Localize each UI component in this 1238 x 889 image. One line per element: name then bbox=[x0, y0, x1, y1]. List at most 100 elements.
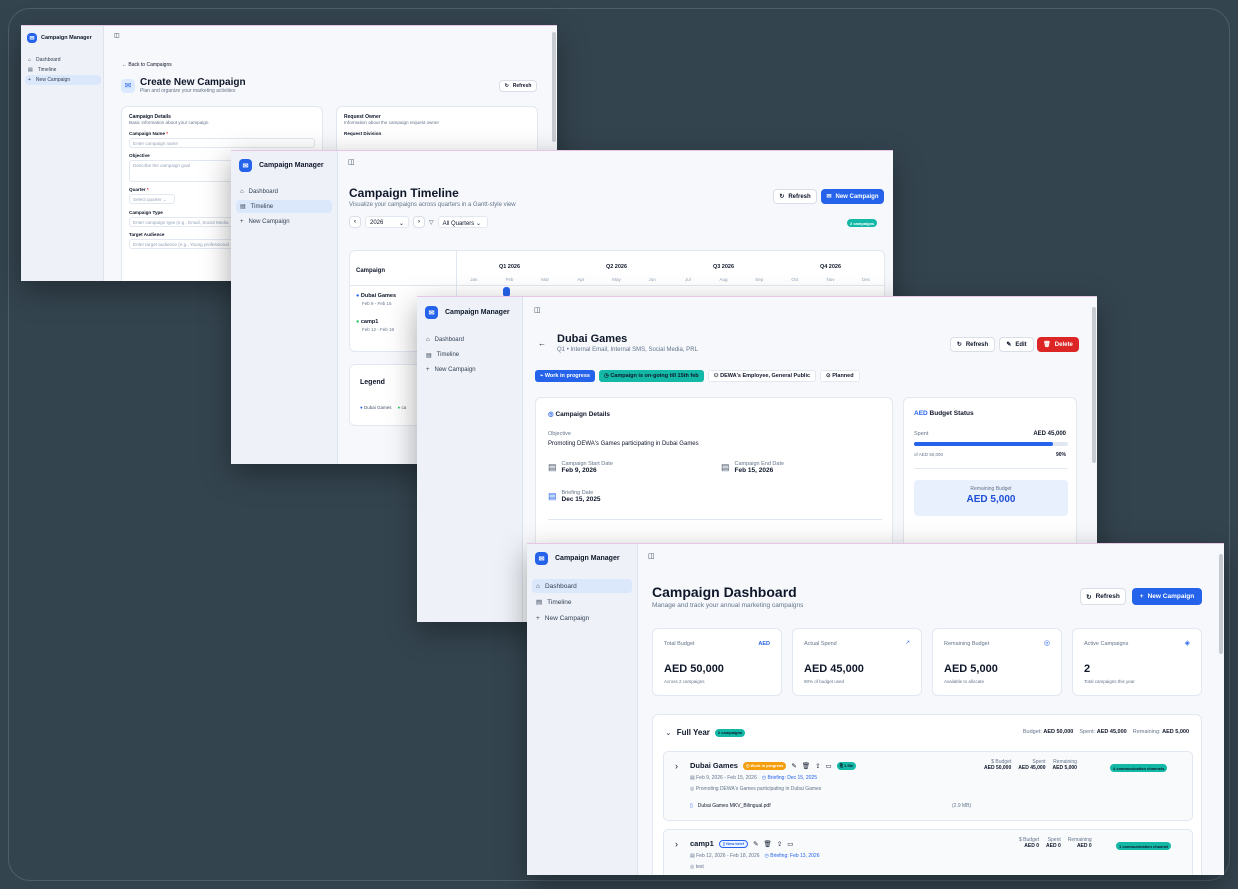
dashboard-window: ✉ Campaign Manager ⌂ Dashboard ▤ Timeline … bbox=[527, 543, 1224, 875]
page-subtitle: Plan and organize your marketing activit… bbox=[140, 88, 236, 94]
quarter-label: Q4 2026 bbox=[819, 264, 842, 270]
scrollbar[interactable] bbox=[1092, 307, 1096, 463]
brand: ✉ Campaign Manager bbox=[425, 306, 510, 319]
campaign-card[interactable]: › camp1 ▯ New brief ✎ 🗑 ⇪ ▭ ▤ Feb 12, 20… bbox=[663, 829, 1193, 875]
new-campaign-button[interactable]: + New Campaign bbox=[1132, 588, 1202, 605]
sidebar-item-dashboard[interactable]: ⌂ Dashboard bbox=[422, 333, 518, 347]
brand: ✉ Campaign Manager bbox=[27, 33, 92, 43]
trash-icon[interactable]: 🗑 bbox=[764, 840, 772, 848]
quarter-header-row: Q1 2026 Q2 2026 Q3 2026 Q4 2026 bbox=[456, 264, 884, 274]
sidebar-item-dashboard[interactable]: ⌂ Dashboard bbox=[25, 55, 101, 65]
quarter-label: Q3 2026 bbox=[712, 264, 735, 270]
attachment-row[interactable]: ▯ Dubai Games MKV_Bilingual.pdf bbox=[690, 803, 771, 809]
campaign-objective: ◎ Promoting DEWA's Games participating i… bbox=[690, 786, 822, 792]
comment-icon[interactable]: ▭ bbox=[787, 840, 793, 848]
legend-dot: ● bbox=[360, 405, 363, 410]
quarter-select[interactable]: Select quarter ⌄ bbox=[129, 194, 175, 204]
chevron-left-icon: ‹ bbox=[354, 219, 356, 225]
plus-icon: + bbox=[1139, 593, 1144, 600]
refresh-button[interactable]: ↻ Refresh bbox=[950, 337, 995, 352]
section-title: Full Year bbox=[676, 728, 710, 737]
chevron-right-icon: › bbox=[418, 219, 420, 225]
pencil-icon[interactable]: ✎ bbox=[753, 840, 758, 848]
refresh-button[interactable]: ↻ Refresh bbox=[773, 189, 817, 204]
sidebar-item-timeline[interactable]: ▤ Timeline bbox=[532, 595, 632, 609]
sidebar-toggle-icon[interactable]: ◫ bbox=[348, 158, 355, 166]
target-icon: ◎ bbox=[1043, 640, 1050, 647]
campaign-name: Dubai Games bbox=[360, 293, 397, 299]
comment-icon[interactable]: ▭ bbox=[826, 762, 832, 770]
upload-icon[interactable]: ⇪ bbox=[777, 840, 782, 848]
app-name: Campaign Manager bbox=[259, 162, 324, 169]
next-year-button[interactable]: › bbox=[413, 216, 425, 228]
campaign-name: camp1 bbox=[690, 839, 714, 848]
sidebar-item-new-campaign[interactable]: + New Campaign bbox=[236, 215, 332, 228]
chevron-right-icon[interactable]: › bbox=[675, 839, 678, 849]
trash-icon[interactable]: 🗑 bbox=[802, 762, 810, 770]
scrollbar[interactable] bbox=[1219, 554, 1223, 654]
budget-percent: 90% bbox=[1055, 452, 1066, 458]
upload-icon[interactable]: ⇪ bbox=[815, 762, 820, 770]
chevron-right-icon[interactable]: › bbox=[675, 761, 678, 771]
month-label: Mar bbox=[541, 277, 550, 282]
prev-year-button[interactable]: ‹ bbox=[349, 216, 361, 228]
scrollbar[interactable] bbox=[552, 32, 556, 142]
sidebar-item-new-campaign[interactable]: + New Campaign bbox=[422, 363, 518, 377]
campaign-dates: Feb 9 - Feb 15 bbox=[362, 301, 392, 306]
sidebar-toggle-icon[interactable]: ◫ bbox=[534, 306, 541, 314]
audience-badge: ⚇ DEWA's Employee, General Public bbox=[707, 370, 817, 382]
megaphone-icon: ✉ bbox=[239, 159, 252, 172]
sidebar-item-new-campaign[interactable]: + New Campaign bbox=[532, 611, 632, 625]
stat-label: Actual Spend bbox=[804, 641, 837, 647]
legend-title: Legend bbox=[360, 379, 385, 386]
campaign-count-badge: 2 campaigns bbox=[847, 219, 878, 227]
sidebar-item-dashboard[interactable]: ⌂ Dashboard bbox=[236, 185, 332, 198]
file-icon: ▯ bbox=[690, 803, 693, 809]
megaphone-icon: ✉ bbox=[121, 78, 135, 93]
sidebar-toggle-icon[interactable]: ◫ bbox=[114, 32, 120, 39]
campaign-column-header: Campaign bbox=[356, 268, 386, 274]
campaign-objective: ◎ test bbox=[690, 864, 704, 870]
nav-label: Timeline bbox=[547, 598, 572, 606]
sidebar-item-timeline[interactable]: ▤ Timeline bbox=[236, 200, 332, 213]
filter-icon: ▽ bbox=[429, 219, 434, 226]
delete-button[interactable]: 🗑 Delete bbox=[1037, 337, 1079, 352]
campaign-card[interactable]: › Dubai Games ◷ Work in progress ✎ 🗑 ⇪ ▭… bbox=[663, 751, 1193, 821]
month-label: Jun bbox=[648, 277, 656, 282]
campaign-dates: Feb 12 - Feb 18 bbox=[362, 327, 395, 332]
new-campaign-button[interactable]: ✉ New Campaign bbox=[821, 189, 884, 204]
pencil-icon[interactable]: ✎ bbox=[791, 762, 796, 770]
app-name: Campaign Manager bbox=[555, 555, 620, 562]
refresh-button[interactable]: ↻ Refresh bbox=[1080, 588, 1126, 605]
channels-badge: 4 communication channels bbox=[1110, 764, 1168, 772]
sidebar-toggle-icon[interactable]: ◫ bbox=[648, 552, 655, 560]
budget-total: of AED 50,000 bbox=[914, 452, 944, 457]
sidebar-item-new-campaign[interactable]: + New Campaign bbox=[25, 75, 101, 85]
sidebar-item-timeline[interactable]: ▤ Timeline bbox=[25, 65, 101, 75]
campaign-title: Dubai Games bbox=[557, 333, 628, 345]
back-arrow-icon[interactable]: ← bbox=[538, 339, 546, 348]
sidebar: ✉ Campaign Manager ⌂ Dashboard ▤ Timeline … bbox=[231, 151, 338, 464]
new-campaign-label: New Campaign bbox=[1147, 593, 1195, 600]
quarter-label: Q2 2026 bbox=[605, 264, 628, 270]
gantt-row[interactable]: ● camp1 Feb 12 - Feb 18 bbox=[356, 319, 394, 332]
section-header[interactable]: ⌄ Full Year 2 campaigns bbox=[665, 728, 746, 737]
sidebar: ✉ Campaign Manager ⌂ Dashboard ▤ Timeline … bbox=[527, 544, 638, 875]
year-select[interactable]: 2026 ⌄ bbox=[365, 216, 409, 228]
remaining-budget-box: Remaining Budget AED 5,000 bbox=[914, 480, 1068, 516]
legend-dot: ● bbox=[397, 405, 401, 410]
campaign-meta: Q1 • Internal Email, Internal SMS, Socia… bbox=[557, 347, 698, 353]
trending-up-icon: ↗ bbox=[905, 640, 910, 646]
sidebar-item-timeline[interactable]: ▤ Timeline bbox=[422, 348, 518, 362]
edit-button[interactable]: ✎ Edit bbox=[999, 337, 1034, 352]
status-dot: ● bbox=[356, 293, 360, 299]
campaign-name-input[interactable]: Enter campaign name bbox=[129, 138, 315, 148]
gantt-row[interactable]: ● Dubai Games Feb 9 - Feb 15 bbox=[356, 293, 396, 306]
quarter-filter-select[interactable]: All Quarters ⌄ bbox=[437, 216, 488, 228]
plus-icon: + bbox=[28, 77, 31, 83]
remaining-value: AED 5,000 bbox=[966, 494, 1016, 505]
page-subtitle: Visualize your campaigns across quarters… bbox=[349, 202, 516, 208]
refresh-button[interactable]: ↻ Refresh bbox=[499, 80, 537, 92]
sidebar-item-dashboard[interactable]: ⌂ Dashboard bbox=[532, 579, 632, 593]
back-link[interactable]: ← Back to Campaigns bbox=[122, 62, 172, 68]
